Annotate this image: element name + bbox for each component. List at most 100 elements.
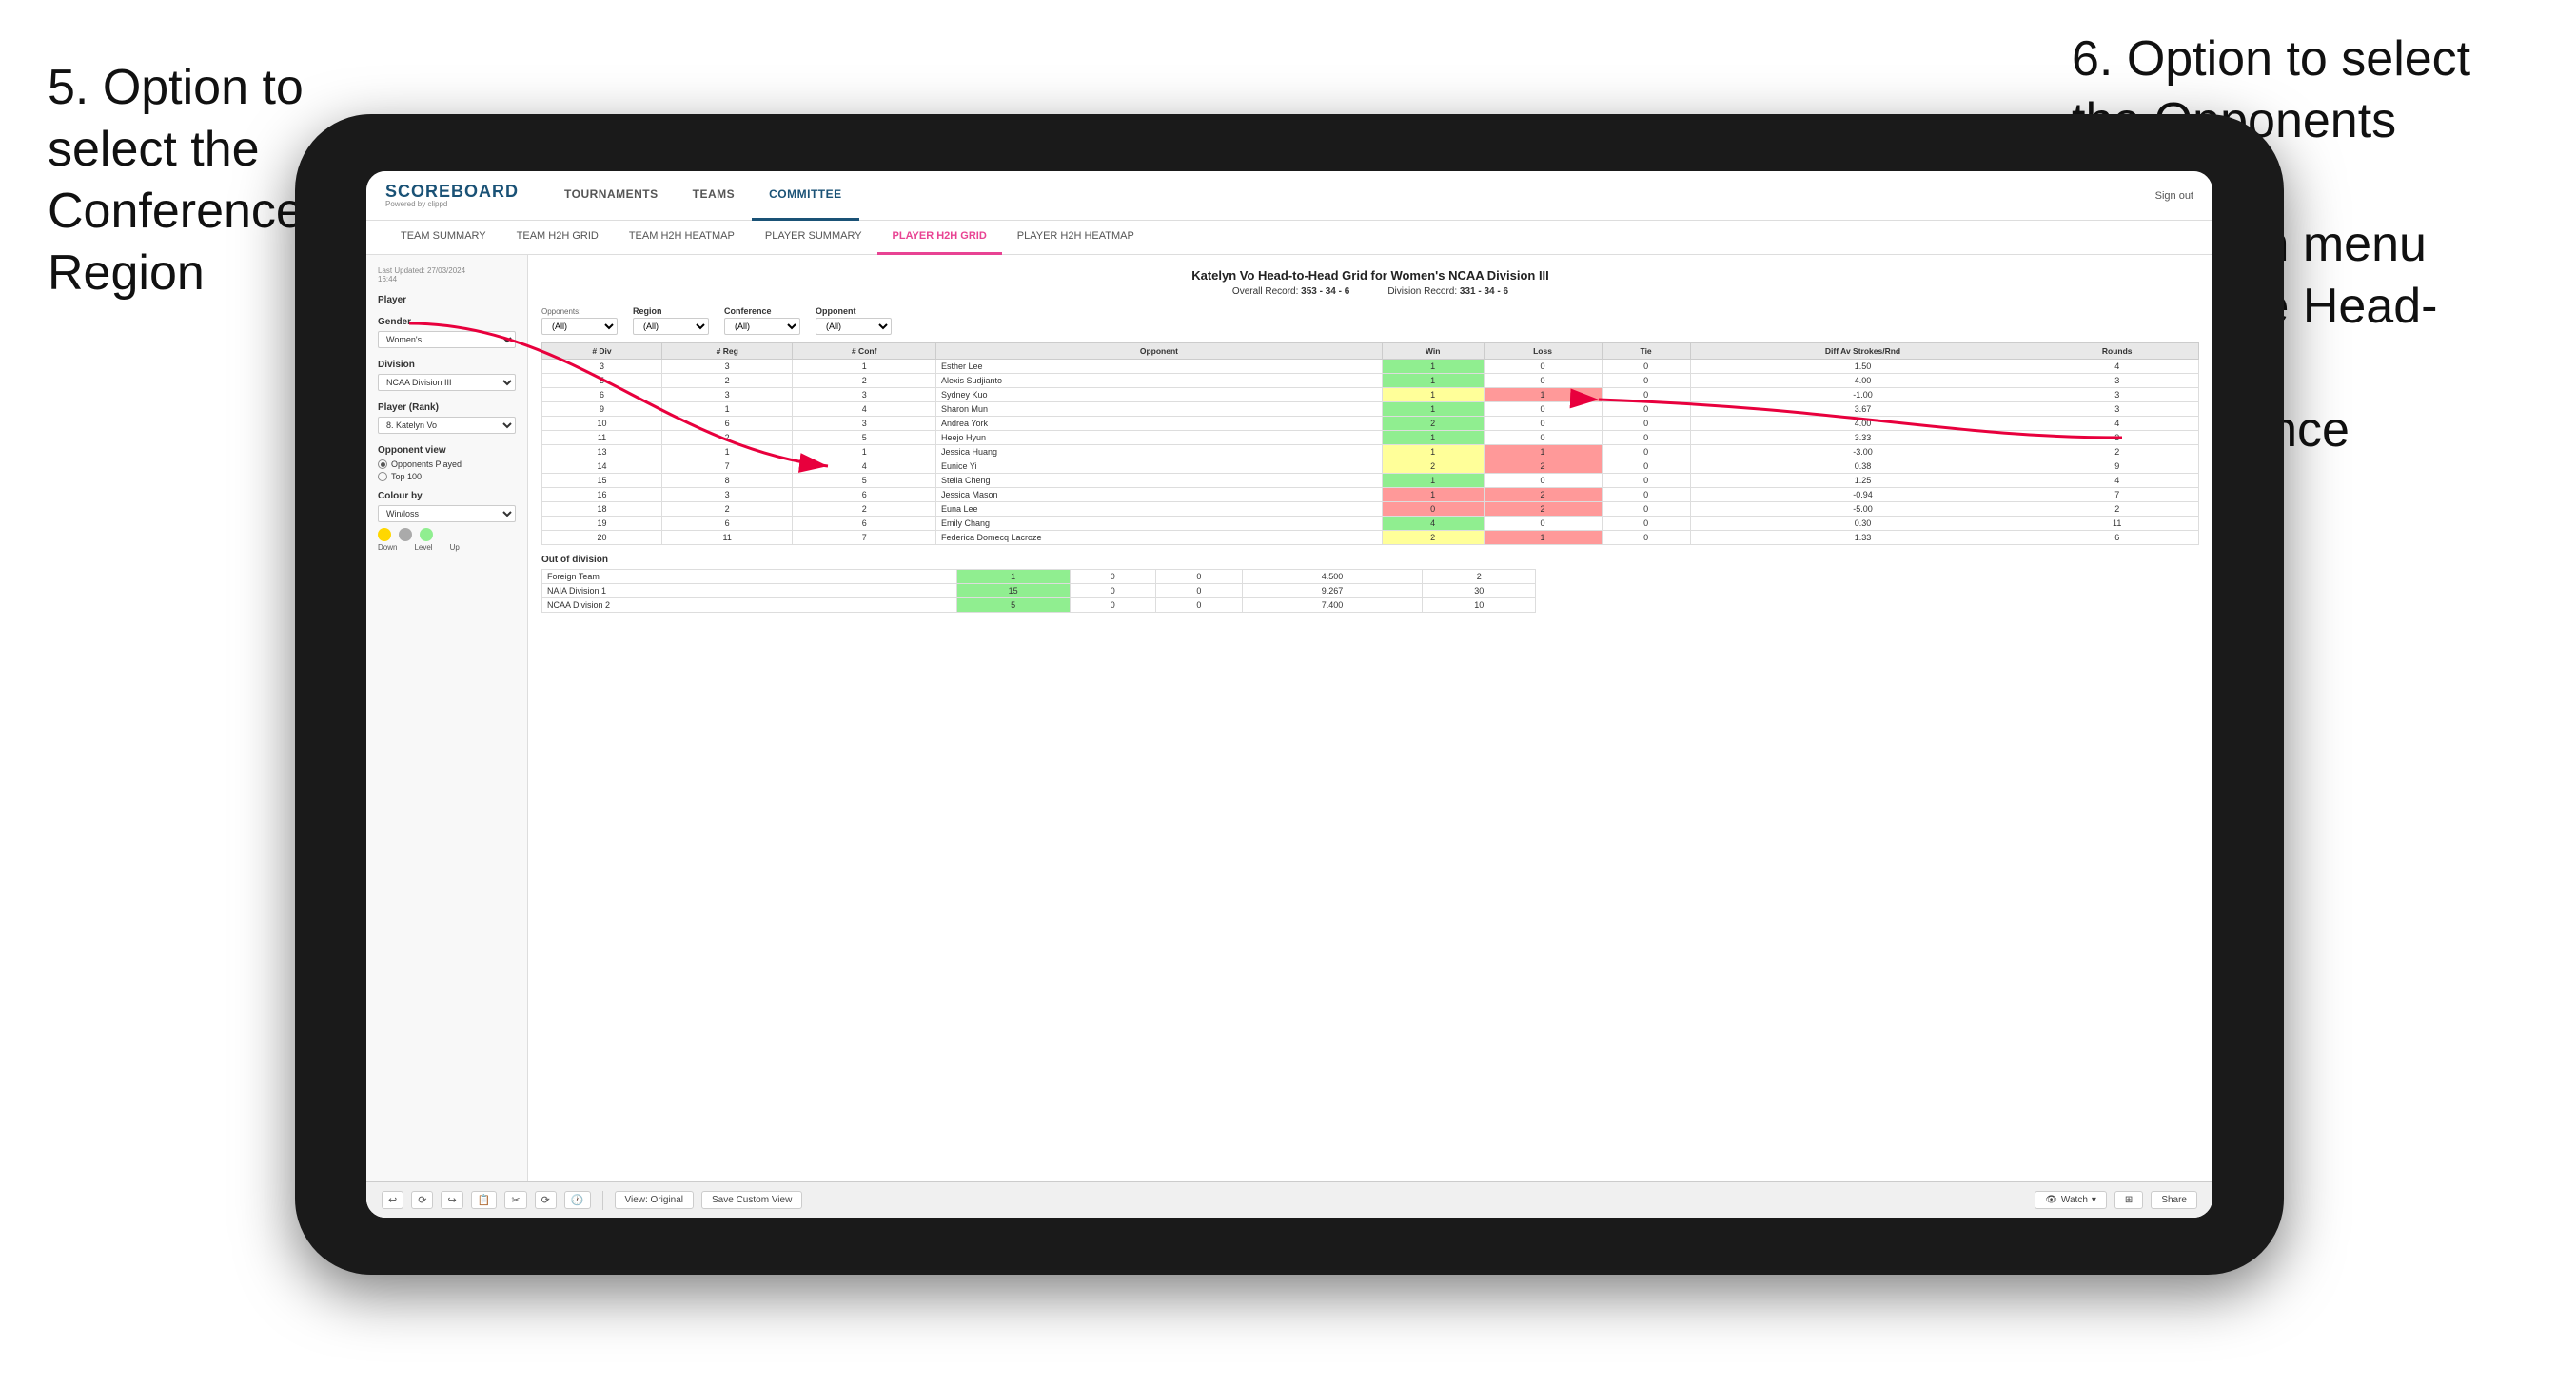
undo-btn[interactable]: ↩ bbox=[382, 1191, 403, 1209]
filter-region-select[interactable]: (All) bbox=[633, 318, 709, 335]
share-btn[interactable]: Share bbox=[2151, 1191, 2197, 1209]
ood-win: 15 bbox=[956, 584, 1070, 598]
cell-diff: 1.25 bbox=[1690, 474, 2035, 488]
cell-tie: 0 bbox=[1602, 402, 1690, 417]
view-original-btn[interactable]: View: Original bbox=[615, 1191, 695, 1209]
cell-tie: 0 bbox=[1602, 431, 1690, 445]
table-row: 9 1 4 Sharon Mun 1 0 0 3.67 3 bbox=[542, 402, 2199, 417]
cell-conf: 4 bbox=[793, 459, 936, 474]
sub-nav-player-summary[interactable]: PLAYER SUMMARY bbox=[750, 221, 877, 255]
ood-opponent: NCAA Division 2 bbox=[542, 598, 957, 613]
sub-nav-team-summary[interactable]: TEAM SUMMARY bbox=[385, 221, 501, 255]
gender-select[interactable]: Women's bbox=[378, 331, 516, 348]
cell-reg: 1 bbox=[662, 445, 793, 459]
save-custom-btn[interactable]: Save Custom View bbox=[701, 1191, 802, 1209]
cell-opponent: Sharon Mun bbox=[936, 402, 1383, 417]
scoreboard-logo: SCOREBOARD Powered by clippd bbox=[385, 183, 519, 208]
cell-conf: 3 bbox=[793, 417, 936, 431]
cell-conf: 7 bbox=[793, 531, 936, 545]
cell-rounds: 4 bbox=[2035, 360, 2199, 374]
data-title: Katelyn Vo Head-to-Head Grid for Women's… bbox=[541, 268, 2199, 283]
refresh-btn[interactable]: ⟳ bbox=[411, 1191, 433, 1209]
player-rank-select[interactable]: 8. Katelyn Vo bbox=[378, 417, 516, 434]
cell-opponent: Sydney Kuo bbox=[936, 388, 1383, 402]
ood-table-row: Foreign Team 1 0 0 4.500 2 bbox=[542, 570, 1536, 584]
cell-opponent: Jessica Mason bbox=[936, 488, 1383, 502]
cell-win: 0 bbox=[1382, 502, 1484, 517]
nav-tournaments[interactable]: TOURNAMENTS bbox=[547, 171, 676, 221]
cell-loss: 0 bbox=[1484, 360, 1602, 374]
division-select[interactable]: NCAA Division III bbox=[378, 374, 516, 391]
redo-btn[interactable]: ↪ bbox=[441, 1191, 462, 1209]
time-btn[interactable]: 🕐 bbox=[564, 1191, 591, 1209]
ood-win: 5 bbox=[956, 598, 1070, 613]
th-win: Win bbox=[1382, 343, 1484, 360]
cell-conf: 6 bbox=[793, 488, 936, 502]
table-row: 19 6 6 Emily Chang 4 0 0 0.30 11 bbox=[542, 517, 2199, 531]
th-tie: Tie bbox=[1602, 343, 1690, 360]
cell-conf: 4 bbox=[793, 402, 936, 417]
cell-conf: 2 bbox=[793, 374, 936, 388]
th-conf: # Conf bbox=[793, 343, 936, 360]
colour-by-select[interactable]: Win/loss bbox=[378, 505, 516, 522]
cell-tie: 0 bbox=[1602, 531, 1690, 545]
filter-region-label: Region bbox=[633, 306, 709, 316]
cell-opponent: Jessica Huang bbox=[936, 445, 1383, 459]
cell-loss: 0 bbox=[1484, 374, 1602, 388]
cell-opponent: Stella Cheng bbox=[936, 474, 1383, 488]
ood-loss: 0 bbox=[1070, 570, 1156, 584]
table-row: 14 7 4 Eunice Yi 2 2 0 0.38 9 bbox=[542, 459, 2199, 474]
filter-opponent-select[interactable]: (All) bbox=[816, 318, 892, 335]
ood-tie: 0 bbox=[1156, 598, 1243, 613]
table-row: 15 8 5 Stella Cheng 1 0 0 1.25 4 bbox=[542, 474, 2199, 488]
cell-win: 1 bbox=[1382, 431, 1484, 445]
last-updated: Last Updated: 27/03/2024 16:44 bbox=[378, 266, 516, 283]
sub-nav-player-h2h-grid[interactable]: PLAYER H2H GRID bbox=[877, 221, 1002, 255]
ood-diff: 7.400 bbox=[1242, 598, 1423, 613]
nav-committee[interactable]: COMMITTEE bbox=[752, 171, 859, 221]
layout-btn[interactable]: ⊞ bbox=[2114, 1191, 2143, 1209]
cell-tie: 0 bbox=[1602, 417, 1690, 431]
ood-opponent: NAIA Division 1 bbox=[542, 584, 957, 598]
cell-reg: 6 bbox=[662, 517, 793, 531]
copy-btn[interactable]: 📋 bbox=[471, 1191, 498, 1209]
overall-record-value: 353 - 34 - 6 bbox=[1301, 286, 1349, 297]
cell-loss: 1 bbox=[1484, 531, 1602, 545]
radio-opponents-played[interactable]: Opponents Played bbox=[378, 459, 516, 469]
filter-conference-select[interactable]: (All) bbox=[724, 318, 800, 335]
sub-nav-team-h2h-heatmap[interactable]: TEAM H2H HEATMAP bbox=[614, 221, 750, 255]
nav-teams[interactable]: TEAMS bbox=[676, 171, 753, 221]
radio-dot-opponents bbox=[378, 459, 387, 469]
cell-loss: 1 bbox=[1484, 388, 1602, 402]
data-area: Katelyn Vo Head-to-Head Grid for Women's… bbox=[528, 255, 2212, 1218]
cell-win: 4 bbox=[1382, 517, 1484, 531]
cell-diff: 3.67 bbox=[1690, 402, 2035, 417]
watch-btn[interactable]: 👁 Watch ▾ bbox=[2035, 1191, 2107, 1209]
logo-sub: Powered by clippd bbox=[385, 200, 519, 208]
data-records: Overall Record: 353 - 34 - 6 Division Re… bbox=[541, 286, 2199, 297]
cell-opponent: Esther Lee bbox=[936, 360, 1383, 374]
cell-reg: 2 bbox=[662, 502, 793, 517]
sign-out-link[interactable]: Sign out bbox=[2155, 190, 2193, 202]
reset-btn[interactable]: ⟳ bbox=[535, 1191, 557, 1209]
colour-up bbox=[420, 528, 433, 541]
cell-tie: 0 bbox=[1602, 374, 1690, 388]
logo-text: SCOREBOARD bbox=[385, 183, 519, 200]
left-panel: Last Updated: 27/03/2024 16:44 Player Ge… bbox=[366, 255, 528, 1218]
cut-btn[interactable]: ✂ bbox=[504, 1191, 526, 1209]
filter-opponents-select[interactable]: (All) bbox=[541, 318, 618, 335]
ood-rounds: 30 bbox=[1423, 584, 1536, 598]
data-table: # Div # Reg # Conf Opponent Win Loss Tie… bbox=[541, 342, 2199, 545]
sub-nav-team-h2h-grid[interactable]: TEAM H2H GRID bbox=[501, 221, 614, 255]
radio-top100[interactable]: Top 100 bbox=[378, 472, 516, 481]
cell-loss: 2 bbox=[1484, 459, 1602, 474]
cell-reg: 8 bbox=[662, 474, 793, 488]
ood-rounds: 2 bbox=[1423, 570, 1536, 584]
cell-opponent: Eunice Yi bbox=[936, 459, 1383, 474]
sub-nav: TEAM SUMMARY TEAM H2H GRID TEAM H2H HEAT… bbox=[366, 221, 2212, 255]
cell-win: 2 bbox=[1382, 417, 1484, 431]
sub-nav-player-h2h-heatmap[interactable]: PLAYER H2H HEATMAP bbox=[1002, 221, 1150, 255]
ood-table-row: NAIA Division 1 15 0 0 9.267 30 bbox=[542, 584, 1536, 598]
cell-rounds: 4 bbox=[2035, 474, 2199, 488]
ood-tie: 0 bbox=[1156, 570, 1243, 584]
